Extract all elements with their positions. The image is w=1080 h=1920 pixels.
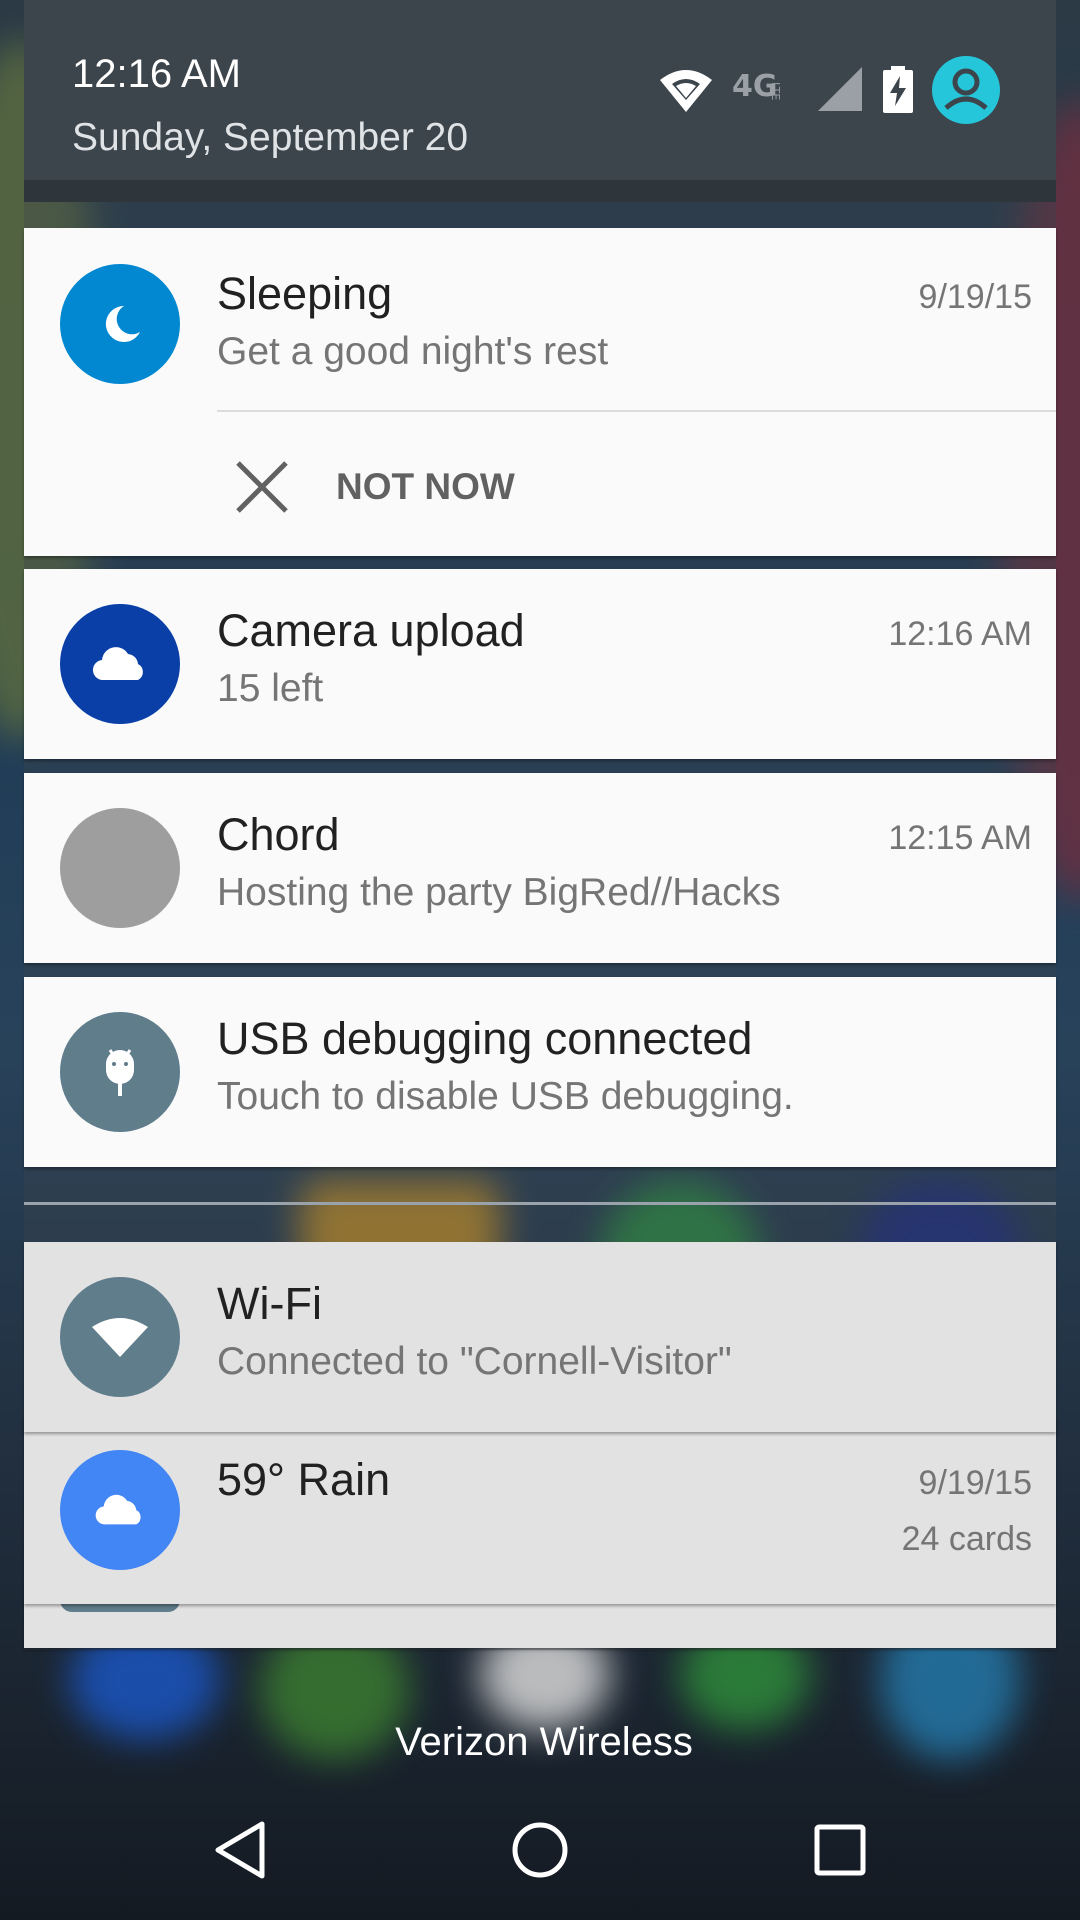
android-debug-icon	[60, 1012, 180, 1132]
carrier-label: Verizon Wireless	[395, 1720, 693, 1764]
notification-text: 15 left	[217, 667, 324, 710]
date-label[interactable]: Sunday, September 20	[72, 116, 468, 160]
notification-time: 9/19/15	[918, 278, 1032, 316]
notification-title: Camera upload	[217, 605, 525, 656]
notification-text: Touch to disable USB debugging.	[217, 1075, 794, 1118]
notification-time: 12:15 AM	[888, 819, 1032, 857]
battery-charging-icon	[882, 66, 914, 114]
back-icon[interactable]	[200, 1810, 280, 1890]
notification-title: USB debugging connected	[217, 1013, 753, 1064]
notification-wifi[interactable]: Wi-Fi Connected to "Cornell-Visitor"	[24, 1242, 1056, 1432]
svg-text:LTE: LTE	[769, 82, 782, 100]
notification-time: 9/19/15	[918, 1464, 1032, 1502]
notification-title: Chord	[217, 809, 340, 860]
notification-text: Get a good night's rest	[217, 330, 609, 373]
close-icon	[234, 459, 290, 515]
wifi-icon	[658, 66, 714, 114]
collapsed-notification-stack[interactable]	[24, 1600, 1056, 1648]
notification-text: Connected to "Cornell-Visitor"	[217, 1340, 732, 1383]
user-avatar-icon[interactable]	[932, 56, 1000, 124]
notification-sleeping[interactable]: Sleeping Get a good night's rest 9/19/15…	[24, 228, 1056, 556]
notification-text: Hosting the party BigRed//Hacks	[217, 871, 781, 914]
notification-usb-debugging[interactable]: USB debugging connected Touch to disable…	[24, 977, 1056, 1167]
header-shadow	[24, 180, 1056, 202]
quick-settings-header[interactable]: 12:16 AM Sunday, September 20 4G LTE	[24, 0, 1056, 190]
navigation-bar	[0, 1780, 1080, 1920]
notification-chord[interactable]: Chord Hosting the party BigRed//Hacks 12…	[24, 773, 1056, 963]
section-divider	[24, 1202, 1056, 1205]
clock: 12:16 AM	[72, 52, 242, 96]
home-icon[interactable]	[500, 1810, 580, 1890]
blank-circle-icon	[60, 808, 180, 928]
cloud-icon	[60, 604, 180, 724]
notification-title: Sleeping	[217, 268, 393, 319]
notification-camera-upload[interactable]: Camera upload 15 left 12:16 AM	[24, 569, 1056, 759]
notification-title: Wi-Fi	[217, 1278, 322, 1329]
notification-subtext: 24 cards	[901, 1520, 1032, 1558]
status-icons: 4G LTE	[658, 56, 1000, 124]
cell-signal-icon	[818, 67, 864, 113]
action-divider	[217, 410, 1056, 412]
network-4g-lte-icon: 4G LTE	[732, 68, 800, 112]
notification-time: 12:16 AM	[888, 615, 1032, 653]
notification-title: 59° Rain	[217, 1454, 391, 1505]
recents-icon[interactable]	[800, 1810, 880, 1890]
wifi-icon	[60, 1277, 180, 1397]
not-now-button[interactable]: NOT NOW	[234, 452, 515, 522]
notification-weather[interactable]: 59° Rain 9/19/15 24 cards	[24, 1418, 1056, 1604]
not-now-label: NOT NOW	[336, 466, 515, 507]
cloud-icon	[60, 1450, 180, 1570]
moon-icon	[60, 264, 180, 384]
